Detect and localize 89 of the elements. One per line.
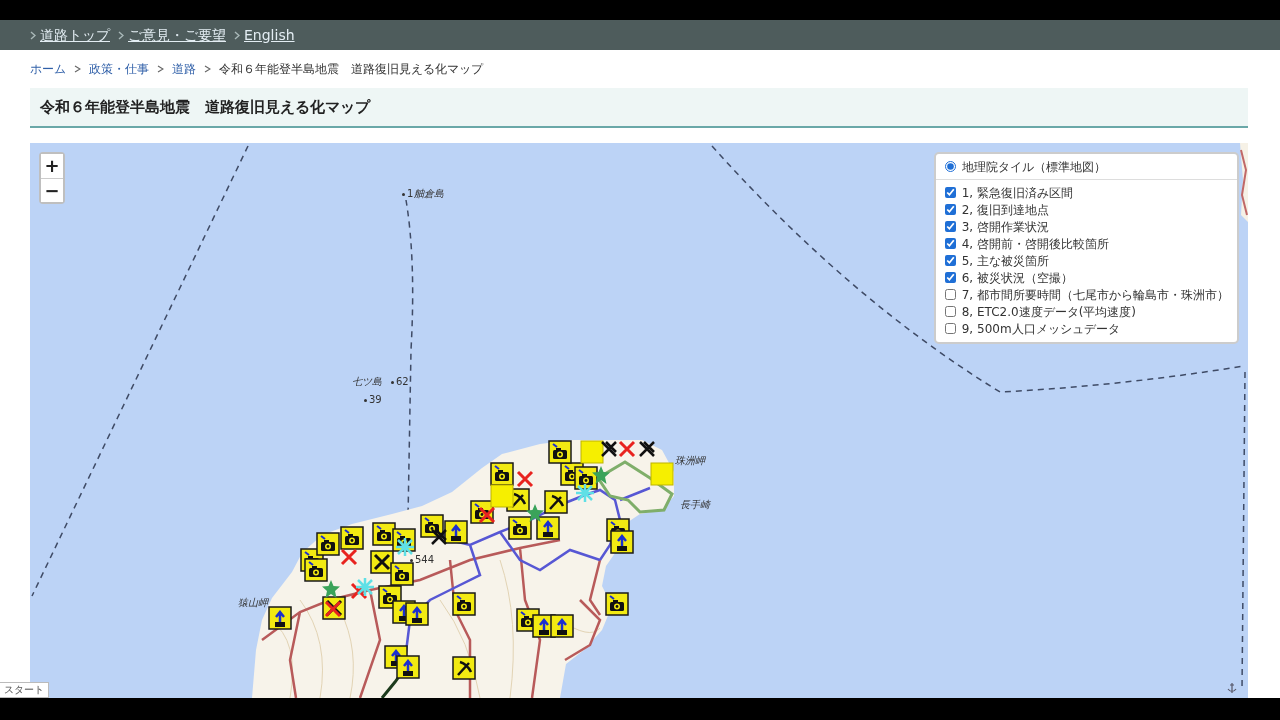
cross-icon — [430, 528, 448, 546]
layer-label[interactable]: 4, 啓開前・啓開後比較箇所 — [961, 235, 1109, 252]
layer-label[interactable]: 5, 主な被災箇所 — [961, 252, 1049, 269]
camera-marker-icon — [548, 440, 572, 464]
camera-marker-icon — [390, 562, 414, 586]
chevron-icon — [204, 65, 211, 73]
pickaxe-marker-icon — [452, 656, 476, 680]
arrow-marker-icon — [268, 606, 292, 630]
chevron-icon — [30, 30, 36, 40]
chevron-icon — [234, 30, 240, 40]
layer-checkbox[interactable] — [944, 306, 956, 317]
layer-label[interactable]: 1, 緊急復旧済み区間 — [961, 184, 1073, 201]
camera-marker-icon — [490, 462, 514, 486]
chevron-icon — [118, 30, 124, 40]
spot-dot-icon — [410, 559, 413, 562]
layer-checkbox[interactable] — [944, 221, 956, 232]
pickaxe-marker-icon — [544, 490, 568, 514]
cross-icon — [516, 470, 534, 488]
square-marker-icon — [490, 484, 514, 508]
cross-icon — [618, 440, 636, 458]
star-icon — [592, 466, 610, 484]
camera-marker-icon — [340, 526, 364, 550]
square-marker-icon — [580, 440, 604, 464]
cross-icon — [478, 506, 496, 524]
place-label: 舳倉島 — [414, 188, 444, 200]
camera-marker-icon — [508, 516, 532, 540]
layer-label[interactable]: 3, 啓開作業状況 — [961, 218, 1049, 235]
camera-marker-icon — [605, 592, 629, 616]
start-tab[interactable]: スタート — [0, 682, 49, 698]
place-label: 七ツ島 — [352, 376, 382, 388]
layer-checkbox[interactable] — [944, 289, 956, 300]
arrow-marker-icon — [396, 655, 420, 679]
layer-checkbox[interactable] — [944, 255, 956, 266]
layer-checkbox[interactable] — [944, 238, 956, 249]
layer-label[interactable]: 6, 被災状況（空撮） — [961, 269, 1073, 286]
zoom-out-button[interactable]: − — [41, 178, 63, 202]
asterisk-icon — [356, 578, 374, 596]
arrow-marker-icon — [536, 516, 560, 540]
page-title: 令和６年能登半島地震 道路復旧見える化マップ — [40, 96, 370, 118]
place-label: 長手崎 — [680, 499, 710, 511]
anchor-icon — [1226, 682, 1238, 694]
arrow-marker-icon — [444, 520, 468, 544]
layer-label[interactable]: 地理院タイル（標準地図） — [961, 158, 1106, 175]
camera-marker-icon — [304, 558, 328, 582]
star-icon — [526, 504, 544, 522]
camera-marker-icon — [574, 466, 598, 490]
layer-label[interactable]: 2, 復旧到達地点 — [961, 201, 1049, 218]
nav-link[interactable]: English — [244, 24, 295, 46]
elevation-label: 1 — [407, 188, 414, 200]
layer-label[interactable]: 7, 都市間所要時間（七尾市から輪島市・珠洲市） — [961, 286, 1229, 303]
chevron-icon — [74, 65, 81, 73]
camera-marker-icon — [372, 522, 396, 546]
star-icon — [322, 580, 340, 598]
layer-label[interactable]: 9, 500m人口メッシュデータ — [961, 320, 1120, 337]
breadcrumb-link[interactable]: 政策・仕事 — [89, 60, 149, 78]
asterisk-icon — [576, 484, 594, 502]
square-marker-icon — [650, 462, 674, 486]
spot-dot-icon — [391, 381, 394, 384]
camera-marker-icon — [316, 532, 340, 556]
elevation-label: 544 — [415, 554, 435, 566]
cross-icon — [638, 440, 656, 458]
arrow-marker-icon — [550, 614, 574, 638]
base-layer-radio[interactable] — [944, 161, 956, 172]
breadcrumb-link[interactable]: 道路 — [172, 60, 196, 78]
elevation-label: 39 — [369, 394, 382, 406]
asterisk-icon — [396, 538, 414, 556]
camera-marker-icon — [452, 592, 476, 616]
spot-dot-icon — [402, 193, 405, 196]
breadcrumb-link[interactable]: ホーム — [30, 60, 66, 78]
spot-dot-icon — [364, 399, 367, 402]
breadcrumb-current: 令和６年能登半島地震 道路復旧見える化マップ — [219, 61, 483, 78]
layer-checkbox[interactable] — [944, 204, 956, 215]
arrow-marker-icon — [405, 602, 429, 626]
nav-link[interactable]: ご意見・ご要望 — [128, 24, 226, 46]
chevron-icon — [157, 65, 164, 73]
arrow-marker-icon — [610, 530, 634, 554]
cross-icon — [600, 440, 618, 458]
cross-icon — [340, 548, 358, 566]
elevation-label: 62 — [396, 376, 409, 388]
layer-checkbox[interactable] — [944, 272, 956, 283]
cross-marker-icon — [370, 550, 394, 574]
place-label: 猿山岬 — [238, 597, 268, 609]
layer-label[interactable]: 8, ETC2.0速度データ(平均速度) — [961, 303, 1137, 320]
camera-marker-icon — [420, 514, 444, 538]
cross-icon — [350, 582, 368, 600]
place-label: 珠洲岬 — [675, 455, 705, 467]
layer-checkbox[interactable] — [944, 323, 956, 334]
nav-link[interactable]: 道路トップ — [40, 24, 110, 46]
layer-checkbox[interactable] — [944, 187, 956, 198]
